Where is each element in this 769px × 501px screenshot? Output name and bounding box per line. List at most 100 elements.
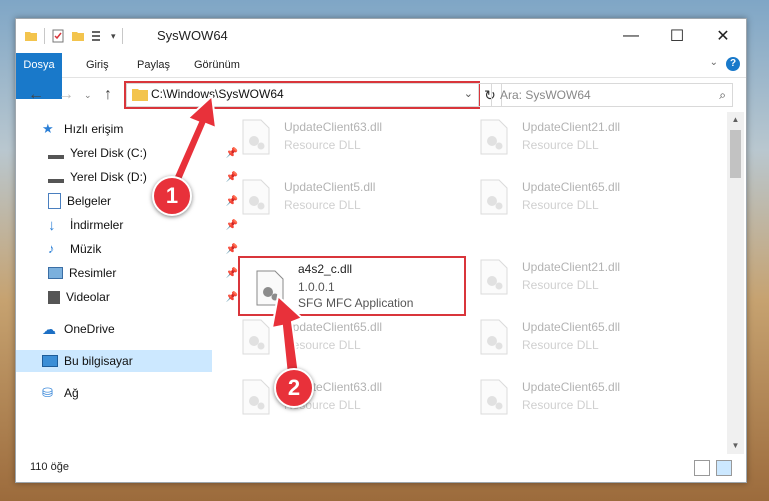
close-button[interactable]: ✕ <box>700 19 746 53</box>
back-arrow-icon[interactable]: ← <box>28 86 44 104</box>
nav-item-label: Hızlı erişim <box>64 122 124 136</box>
title-bar: ▾ SysWOW64 — ☐ ✕ <box>16 19 746 53</box>
nav-item-label: Yerel Disk (C:) <box>70 146 147 160</box>
file-item[interactable]: UpdateClient5.dll Resource DLL <box>236 174 466 220</box>
file-item[interactable]: UpdateClient63.dll Resource DLL <box>236 374 466 420</box>
dll-file-icon <box>480 179 508 215</box>
file-item[interactable]: UpdateClient21.dll Resource DLL <box>474 254 704 300</box>
nav-item-label: İndirmeler <box>70 218 124 232</box>
nav-item-downloads[interactable]: ↓ İndirmeler 📌 <box>16 214 244 236</box>
dll-file-icon <box>242 179 270 215</box>
nav-item-label: Videolar <box>66 290 110 304</box>
dll-file-icon <box>480 319 508 355</box>
window-title: SysWOW64 <box>157 28 228 43</box>
file-item[interactable]: UpdateClient65.dll Resource DLL <box>474 314 704 360</box>
up-arrow-icon[interactable]: ↑ <box>104 86 112 104</box>
nav-item-quick-access[interactable]: ★ Hızlı erişim <box>16 118 238 140</box>
music-icon: ♪ <box>48 241 55 256</box>
file-name: UpdateClient65.dll <box>284 320 383 334</box>
nav-item-label: Yerel Disk (D:) <box>70 170 147 184</box>
expand-ribbon-icon[interactable]: ⌄ <box>710 57 718 68</box>
file-description: Resource DLL <box>522 278 599 292</box>
chevron-down-icon[interactable]: ▾ <box>111 31 116 42</box>
nav-item-music[interactable]: ♪ Müzik 📌 <box>16 238 244 260</box>
file-description: Resource DLL <box>522 338 599 352</box>
search-box[interactable]: Ara: SysWOW64 ⌕ <box>491 83 733 107</box>
dll-file-icon <box>480 259 508 295</box>
dll-file-icon <box>480 119 508 155</box>
customize-icon[interactable] <box>91 29 105 43</box>
file-name: UpdateClient21.dll <box>522 260 621 274</box>
quick-access-toolbar: ▾ <box>24 28 123 44</box>
file-item[interactable]: UpdateClient63.dll Resource DLL <box>236 114 466 160</box>
file-description: Resource DLL <box>284 138 361 152</box>
file-item[interactable]: UpdateClient21.dll Resource DLL <box>474 114 704 160</box>
nav-item-local-disk-c[interactable]: Yerel Disk (C:) 📌 <box>16 142 244 164</box>
nav-item-documents[interactable]: Belgeler 📌 <box>16 190 244 212</box>
folder-icon <box>25 32 37 41</box>
scrollbar-thumb[interactable] <box>730 130 741 178</box>
nav-item-label: Resimler <box>69 266 117 280</box>
file-description: Resource DLL <box>284 338 361 352</box>
step-badge-1: 1 <box>152 176 192 216</box>
dll-file-icon <box>242 379 270 415</box>
dll-file-icon <box>480 379 508 415</box>
videos-icon <box>48 290 60 304</box>
recent-locations-icon[interactable]: ⌄ <box>84 90 92 101</box>
details-view-icon[interactable] <box>694 460 710 476</box>
file-description: Resource DLL <box>522 138 599 152</box>
file-name: UpdateClient65.dll <box>522 180 621 194</box>
address-row: ← → ⌄ ↑ C:\Windows\SysWOW64 ⌄ ↻ Ara: Sys… <box>16 78 746 112</box>
file-name: UpdateClient5.dll <box>284 180 376 194</box>
view-switcher <box>694 460 732 476</box>
toolbar-separator <box>121 28 123 44</box>
search-input[interactable]: Ara: SysWOW64 <box>500 88 591 102</box>
file-highlight-box <box>238 256 466 316</box>
nav-item-this-pc[interactable]: Bu bilgisayar <box>16 350 212 372</box>
file-name: UpdateClient63.dll <box>284 120 383 134</box>
pictures-icon <box>48 267 63 279</box>
help-icon[interactable]: ? <box>726 57 740 71</box>
file-name: UpdateClient65.dll <box>522 380 621 394</box>
nav-item-label: OneDrive <box>64 322 115 336</box>
tab-view[interactable]: Görünüm <box>184 53 250 77</box>
documents-icon <box>48 193 61 209</box>
vertical-scrollbar[interactable]: ▲ ▼ <box>727 112 744 454</box>
file-item[interactable]: UpdateClient65.dll Resource DLL <box>474 174 704 220</box>
toolbar-separator <box>44 28 45 44</box>
nav-item-local-disk-d[interactable]: Yerel Disk (D:) 📌 <box>16 166 244 188</box>
properties-icon[interactable] <box>51 29 65 43</box>
explorer-window: ▾ SysWOW64 — ☐ ✕ Dosya Giriş Paylaş Görü… <box>15 18 747 483</box>
nav-item-onedrive[interactable]: ☁ OneDrive <box>16 318 238 340</box>
window-controls: — ☐ ✕ <box>608 19 746 53</box>
nav-item-network[interactable]: ⛁ Ağ <box>16 382 238 404</box>
large-icons-view-icon[interactable] <box>716 460 732 476</box>
file-item[interactable]: UpdateClient65.dll Resource DLL <box>236 314 466 360</box>
file-description: Resource DLL <box>284 198 361 212</box>
drive-icon <box>48 171 64 183</box>
nav-item-pictures[interactable]: Resimler 📌 <box>16 262 244 284</box>
forward-arrow-icon[interactable]: → <box>58 86 74 104</box>
maximize-button[interactable]: ☐ <box>654 19 700 53</box>
navigation-pane: ★ Hızlı erişim Yerel Disk (C:) 📌 Yerel D… <box>16 112 238 454</box>
file-description: Resource DLL <box>522 398 599 412</box>
file-name: UpdateClient65.dll <box>522 320 621 334</box>
network-icon: ⛁ <box>42 385 53 400</box>
dll-file-icon <box>242 319 270 355</box>
tab-share[interactable]: Paylaş <box>127 53 180 77</box>
file-item[interactable]: UpdateClient65.dll Resource DLL <box>474 374 704 420</box>
item-count: 110 öğe <box>30 461 69 473</box>
scroll-up-icon[interactable]: ▲ <box>727 112 744 128</box>
minimize-button[interactable]: — <box>608 19 654 53</box>
nav-item-videos[interactable]: Videolar 📌 <box>16 286 244 308</box>
drive-icon <box>48 147 64 159</box>
scroll-down-icon[interactable]: ▼ <box>727 438 744 454</box>
nav-item-label: Müzik <box>70 242 102 256</box>
address-highlight-box <box>124 81 480 109</box>
file-name: UpdateClient21.dll <box>522 120 621 134</box>
tab-home[interactable]: Giriş <box>76 53 119 77</box>
status-bar: 110 öğe <box>16 456 746 481</box>
new-folder-icon[interactable] <box>71 29 85 43</box>
computer-icon <box>42 355 58 367</box>
dll-file-icon <box>242 119 270 155</box>
